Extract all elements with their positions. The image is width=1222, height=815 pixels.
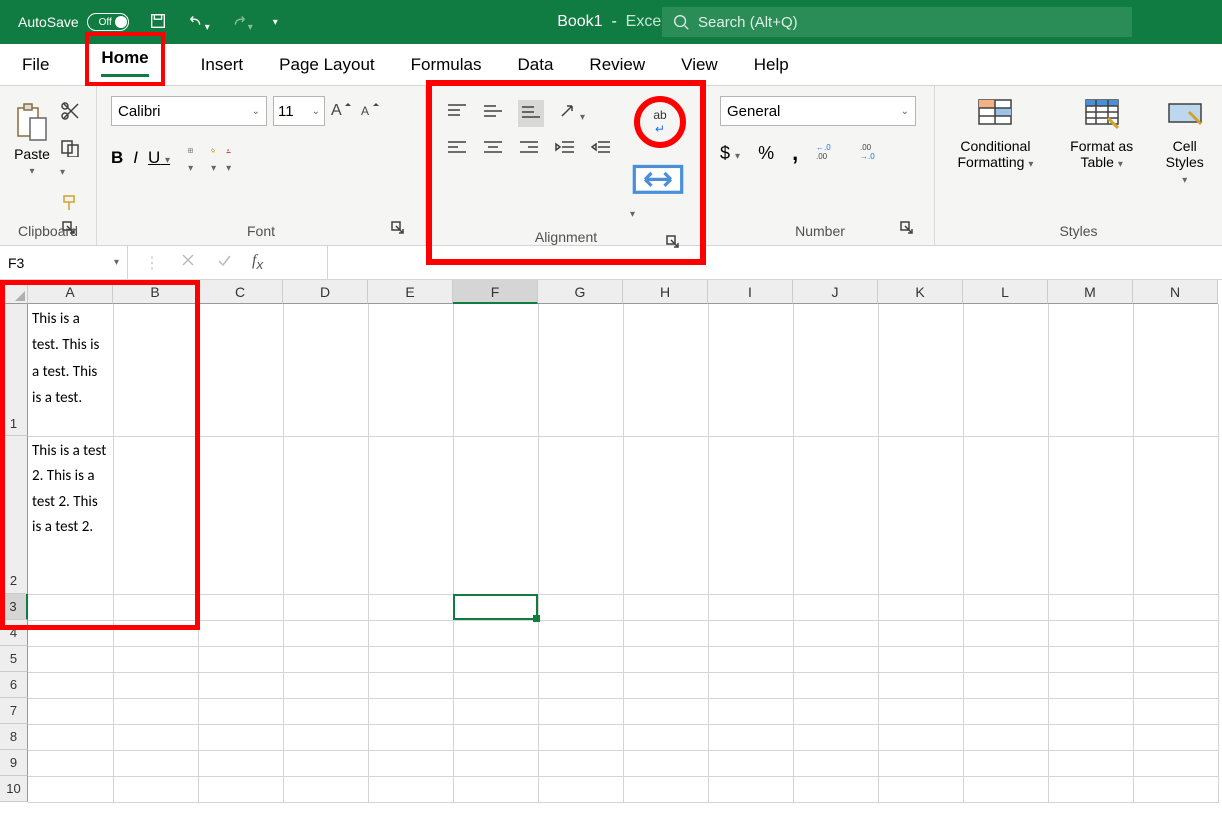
font-size-select[interactable]: 11⌄ xyxy=(273,96,325,126)
svg-text:.00: .00 xyxy=(816,152,828,160)
number-launcher-icon[interactable] xyxy=(900,221,914,235)
undo-icon[interactable]: ▾ xyxy=(187,12,210,33)
align-right-icon[interactable] xyxy=(518,139,540,162)
conditional-formatting-button[interactable]: Conditional Formatting ▾ xyxy=(949,96,1042,170)
tab-page-layout[interactable]: Page Layout xyxy=(279,47,374,85)
cell[interactable]: This is a test. This is a test. This is … xyxy=(28,304,113,436)
title-bar: AutoSave Off ▾ ▾ ▾ Book1 - Excel xyxy=(0,0,1222,44)
decrease-decimal-icon[interactable]: .00→.0 xyxy=(860,142,886,165)
borders-icon[interactable]: ▾ xyxy=(188,140,193,176)
col-header[interactable]: A xyxy=(28,280,113,304)
col-header[interactable]: B xyxy=(113,280,198,304)
tab-help[interactable]: Help xyxy=(754,47,789,85)
row-header[interactable]: 5 xyxy=(0,646,28,672)
col-header[interactable]: H xyxy=(623,280,708,304)
search-input[interactable] xyxy=(662,7,1132,37)
row-header[interactable]: 8 xyxy=(0,724,28,750)
align-center-icon[interactable] xyxy=(482,139,504,162)
search-icon xyxy=(672,13,690,31)
group-alignment: ▾ ab↵ ▾ Alignment xyxy=(426,80,706,265)
cell[interactable]: This is a test 2. This is a test 2. This… xyxy=(28,436,113,594)
paste-button[interactable]: Paste▾ xyxy=(14,96,50,177)
redo-icon[interactable]: ▾ xyxy=(230,12,253,33)
align-bottom-icon[interactable] xyxy=(518,100,544,127)
group-font: Calibri⌄ 11⌄ A A B I U ▾ ▾ ▾ A▾ xyxy=(97,86,426,245)
merge-center-icon[interactable]: ▾ xyxy=(630,160,686,222)
autosave-toggle[interactable]: AutoSave Off xyxy=(18,13,129,31)
svg-text:.00: .00 xyxy=(860,143,872,152)
group-styles: Conditional Formatting ▾ Format as Table… xyxy=(935,86,1222,245)
cell-styles-button[interactable]: Cell Styles ▾ xyxy=(1161,96,1208,186)
select-all-corner[interactable] xyxy=(0,280,28,304)
row-header[interactable]: 6 xyxy=(0,672,28,698)
row-header[interactable]: 10 xyxy=(0,776,28,802)
comma-icon[interactable]: , xyxy=(792,140,798,166)
spreadsheet-grid[interactable]: A B C D E F G H I J K L M N 1 2 3 4 5 6 … xyxy=(0,280,1222,803)
increase-indent-icon[interactable] xyxy=(590,139,612,162)
align-left-icon[interactable] xyxy=(446,139,468,162)
orientation-icon[interactable]: ▾ xyxy=(558,102,585,125)
fill-color-icon[interactable]: ▾ xyxy=(211,140,216,176)
cancel-icon[interactable] xyxy=(180,252,196,273)
save-icon[interactable] xyxy=(149,12,167,33)
decrease-indent-icon[interactable] xyxy=(554,139,576,162)
row-header[interactable]: 3 xyxy=(0,594,28,620)
format-as-table-button[interactable]: Format as Table ▾ xyxy=(1068,96,1136,170)
qat-more-icon[interactable]: ▾ xyxy=(273,17,278,28)
col-header[interactable]: M xyxy=(1048,280,1133,304)
currency-icon[interactable]: $ ▾ xyxy=(720,143,740,164)
fx-icon[interactable]: fx xyxy=(252,252,263,272)
col-header[interactable]: I xyxy=(708,280,793,304)
row-header[interactable]: 9 xyxy=(0,750,28,776)
name-box[interactable]: F3▾ xyxy=(0,246,128,279)
font-color-icon[interactable]: A▾ xyxy=(226,140,231,176)
percent-icon[interactable]: % xyxy=(758,143,774,164)
col-header[interactable]: G xyxy=(538,280,623,304)
bold-button[interactable]: B xyxy=(111,148,123,168)
col-header[interactable]: K xyxy=(878,280,963,304)
row-header[interactable]: 2 xyxy=(0,436,28,594)
svg-text:←.0: ←.0 xyxy=(816,143,831,152)
ribbon: Paste▾ ▾ Clipboard Calibri⌄ 11⌄ A A B xyxy=(0,86,1222,246)
col-header[interactable]: F xyxy=(453,280,538,304)
enter-icon[interactable] xyxy=(216,252,232,273)
underline-button[interactable]: U ▾ xyxy=(148,148,170,168)
italic-button[interactable]: I xyxy=(133,148,138,168)
increase-decimal-icon[interactable]: ←.0.00 xyxy=(816,142,842,165)
col-header[interactable]: C xyxy=(198,280,283,304)
format-painter-icon[interactable] xyxy=(60,194,82,217)
row-header[interactable]: 1 xyxy=(0,304,28,436)
col-header[interactable]: L xyxy=(963,280,1048,304)
col-header[interactable]: E xyxy=(368,280,453,304)
align-middle-icon[interactable] xyxy=(482,102,504,125)
clipboard-launcher-icon[interactable] xyxy=(62,221,76,235)
align-top-icon[interactable] xyxy=(446,102,468,125)
col-header[interactable]: J xyxy=(793,280,878,304)
svg-text:A: A xyxy=(227,148,230,152)
tab-file[interactable]: File xyxy=(22,47,49,85)
cut-icon[interactable] xyxy=(60,102,82,125)
group-number: General⌄ $ ▾ % , ←.0.00 .00→.0 Number xyxy=(706,86,935,245)
tab-insert[interactable]: Insert xyxy=(201,47,244,85)
increase-font-icon[interactable]: A xyxy=(331,99,353,124)
font-name-select[interactable]: Calibri⌄ xyxy=(111,96,267,126)
col-header[interactable]: D xyxy=(283,280,368,304)
font-launcher-icon[interactable] xyxy=(391,221,405,235)
svg-text:A: A xyxy=(331,102,342,119)
window-title: Book1 - Excel xyxy=(557,13,665,31)
svg-text:A: A xyxy=(361,104,369,118)
row-header[interactable]: 4 xyxy=(0,620,28,646)
svg-text:→.0: →.0 xyxy=(860,152,875,160)
tab-home[interactable]: Home xyxy=(101,40,148,77)
autosave-label: AutoSave xyxy=(18,14,79,30)
copy-icon[interactable]: ▾ xyxy=(60,139,82,180)
col-header[interactable]: N xyxy=(1133,280,1218,304)
group-clipboard: Paste▾ ▾ Clipboard xyxy=(0,86,97,245)
decrease-font-icon[interactable]: A xyxy=(359,99,381,124)
alignment-launcher-icon[interactable] xyxy=(666,235,680,249)
wrap-text-button[interactable]: ab↵ xyxy=(634,96,686,148)
row-header[interactable]: 7 xyxy=(0,698,28,724)
number-format-select[interactable]: General⌄ xyxy=(720,96,916,126)
